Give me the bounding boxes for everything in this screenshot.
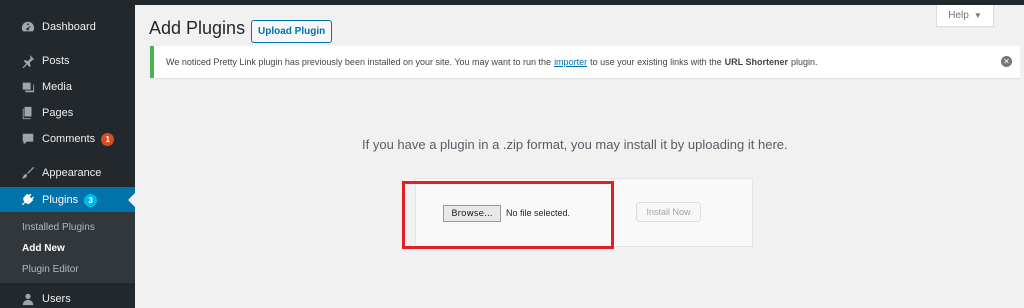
upload-plugin-button[interactable]: Upload Plugin bbox=[251, 20, 333, 43]
menu-item-label: Appearance bbox=[42, 167, 102, 179]
menu-item-label: Pages bbox=[42, 107, 74, 119]
menu-item-label: Users bbox=[42, 293, 71, 305]
user-icon bbox=[20, 291, 36, 307]
plugins-submenu: Installed Plugins Add New Plugin Editor bbox=[0, 212, 135, 283]
submenu-add-new[interactable]: Add New bbox=[22, 243, 65, 254]
menu-item-plugins[interactable]: Plugins 3 bbox=[0, 187, 135, 213]
brush-icon bbox=[20, 165, 36, 181]
menu-item-pages[interactable]: Pages bbox=[0, 100, 135, 126]
help-label: Help bbox=[948, 10, 969, 21]
plugin-icon bbox=[20, 192, 36, 208]
importer-link[interactable]: importer bbox=[554, 57, 587, 67]
pages-icon bbox=[20, 105, 36, 121]
plugins-count-badge: 3 bbox=[84, 193, 98, 207]
menu-item-dashboard[interactable]: Dashboard bbox=[0, 14, 135, 40]
admin-sidebar: Dashboard Posts Media Pages Comments 1 A… bbox=[0, 5, 135, 308]
upload-instructions: If you have a plugin in a .zip format, y… bbox=[362, 137, 788, 152]
menu-item-label: Plugins bbox=[42, 194, 79, 206]
notice-text: We noticed Pretty Link plugin has previo… bbox=[166, 57, 552, 67]
menu-item-appearance[interactable]: Appearance bbox=[0, 160, 135, 186]
dashboard-icon bbox=[20, 19, 36, 35]
help-tab[interactable]: Help ▼ bbox=[936, 5, 994, 27]
dismiss-icon[interactable]: ✕ bbox=[1001, 56, 1012, 67]
page-title: Add Plugins bbox=[149, 18, 246, 38]
comment-icon bbox=[20, 131, 36, 147]
comments-count-badge: 1 bbox=[101, 132, 115, 146]
menu-item-comments[interactable]: Comments 1 bbox=[0, 126, 135, 152]
admin-bar bbox=[0, 0, 1024, 5]
notice-bold: URL Shortener bbox=[724, 57, 788, 67]
browse-file-button[interactable]: Browse... bbox=[443, 205, 501, 222]
submenu-installed-plugins[interactable]: Installed Plugins bbox=[22, 222, 95, 233]
media-icon bbox=[20, 79, 36, 95]
submenu-plugin-editor[interactable]: Plugin Editor bbox=[22, 264, 79, 275]
menu-item-posts[interactable]: Posts bbox=[0, 48, 135, 74]
menu-item-label: Comments bbox=[42, 133, 96, 145]
admin-notice: We noticed Pretty Link plugin has previo… bbox=[150, 46, 1020, 78]
install-now-button[interactable]: Install Now bbox=[636, 202, 701, 222]
menu-item-label: Posts bbox=[42, 55, 70, 67]
notice-text: to use your existing links with the bbox=[590, 57, 722, 67]
file-status-text: No file selected. bbox=[506, 208, 571, 218]
menu-item-label: Dashboard bbox=[42, 21, 96, 33]
notice-text: plugin. bbox=[791, 57, 818, 67]
menu-item-label: Media bbox=[42, 81, 72, 93]
caret-down-icon: ▼ bbox=[973, 11, 982, 20]
pin-icon bbox=[20, 53, 36, 69]
menu-item-media[interactable]: Media bbox=[0, 74, 135, 100]
active-menu-arrow bbox=[128, 193, 135, 207]
menu-item-users[interactable]: Users bbox=[0, 286, 135, 308]
